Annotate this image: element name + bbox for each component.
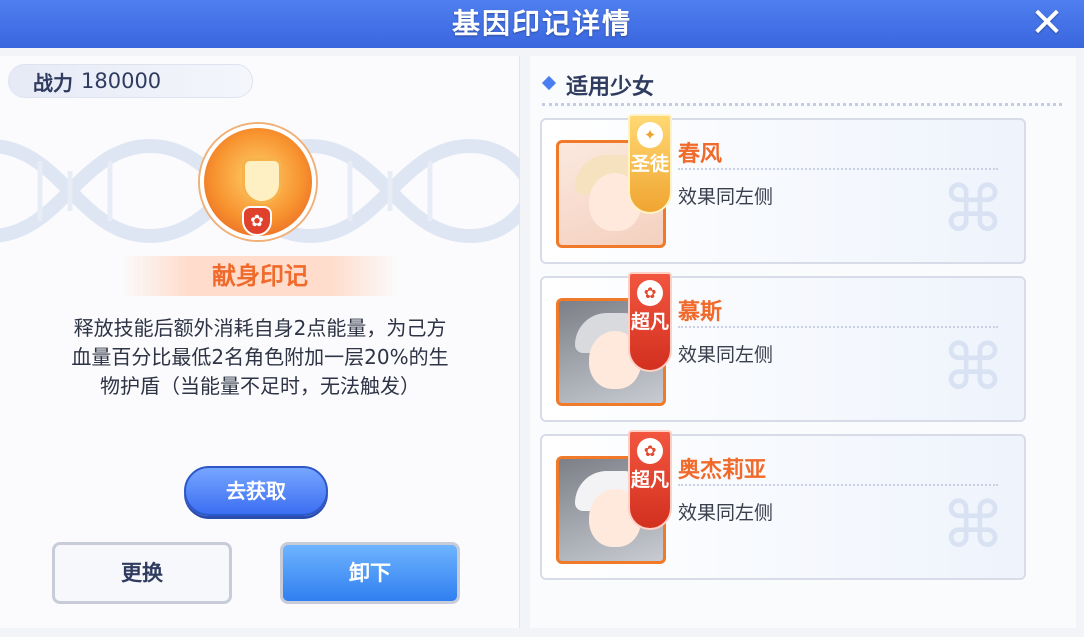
power-value: 180000 [81, 69, 162, 93]
rank-badge: ✿ 超凡 [628, 272, 672, 372]
rank-icon: ✿ [637, 438, 663, 464]
rank-label: 超凡 [630, 469, 669, 491]
mark-description: 释放技能后额外消耗自身2点能量，为己方血量百分比最低2名角色附加一层20%的生物… [71, 316, 449, 398]
girl-card[interactable]: ✿ 超凡 慕斯 效果同左侧 ⌘ [540, 272, 1026, 422]
heart-shield-icon [242, 158, 282, 204]
unload-button[interactable]: 卸下 [280, 542, 460, 604]
rank-badge: ✦ 圣徒 [628, 114, 672, 214]
dna-deco-icon: ⌘ [941, 331, 1005, 405]
replace-button[interactable]: 更换 [52, 542, 232, 604]
obtain-button[interactable]: 去获取 [184, 466, 328, 516]
girl-card[interactable]: ✦ 圣徒 春风 效果同左侧 ⌘ [540, 114, 1026, 264]
mark-rank-icon: ✿ [242, 206, 272, 236]
shield-emblem-icon: ✿ [200, 124, 316, 240]
rank-label: 圣徒 [630, 153, 669, 175]
rank-icon: ✦ [637, 122, 663, 148]
girl-effect: 效果同左侧 [678, 186, 774, 208]
window-title: 基因印记详情 [451, 7, 632, 40]
dna-deco-icon: ⌘ [941, 173, 1005, 247]
dna-deco-icon: ⌘ [941, 489, 1005, 563]
diamond-icon [541, 75, 557, 91]
girl-card[interactable]: ✿ 超凡 奥杰莉亚 效果同左侧 ⌘ [540, 430, 1026, 580]
girl-name: 春风 [678, 142, 723, 167]
rank-badge: ✿ 超凡 [628, 430, 672, 530]
mark-detail-panel: 战力 180000 ✿ 献身印记 释放技能后额外消耗自身2点能量，为己方血量百分… [0, 56, 520, 628]
section-header: 适用少女 [541, 66, 1062, 106]
section-title: 适用少女 [566, 75, 655, 100]
applicable-girls-panel: 适用少女 ✦ 圣徒 春风 效果同左侧 ⌘ ✿ 超凡 慕斯 效果同左侧 ⌘ ✿ 超… [530, 56, 1076, 628]
girl-name: 奥杰莉亚 [678, 458, 767, 483]
title-bar: 基因印记详情 ✕ [0, 0, 1084, 48]
power-display: 战力 180000 [8, 64, 253, 98]
rank-icon: ✿ [637, 280, 663, 306]
rank-label: 超凡 [630, 311, 669, 333]
girl-effect: 效果同左侧 [678, 344, 774, 366]
girl-name: 慕斯 [678, 300, 723, 325]
mark-name: 献身印记 [120, 256, 400, 296]
power-label: 战力 [33, 70, 73, 95]
girl-effect: 效果同左侧 [678, 502, 774, 524]
close-icon[interactable]: ✕ [1028, 3, 1068, 44]
